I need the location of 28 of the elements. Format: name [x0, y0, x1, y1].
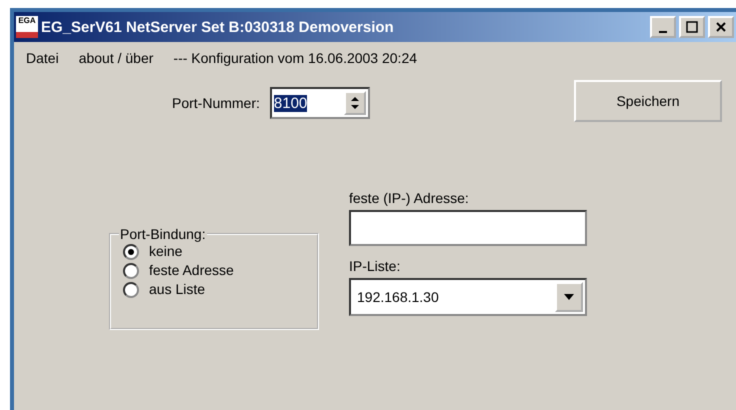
radio-label: feste Adresse — [149, 261, 234, 280]
menu-item[interactable]: Datei — [26, 50, 59, 66]
radio-button[interactable] — [123, 244, 139, 260]
radio-label: aus Liste — [149, 280, 206, 299]
close-button[interactable] — [708, 16, 734, 38]
radio-button[interactable] — [123, 262, 139, 278]
ip-list-dropdown[interactable]: 192.168.1.30 — [349, 278, 587, 316]
maximize-icon — [686, 21, 698, 33]
window-title: EG_SerV61 NetServer Set B:030318 Demoversion — [41, 18, 395, 36]
minimize-button[interactable] — [650, 16, 676, 38]
save-button[interactable]: Speichern — [574, 80, 722, 122]
maximize-button[interactable] — [679, 16, 705, 38]
port-label: Port-Nummer: — [172, 95, 260, 111]
address-field[interactable] — [349, 210, 587, 246]
app-logo: EGA — [16, 16, 38, 38]
caret-icon[interactable] — [555, 282, 583, 312]
close-icon — [715, 21, 727, 33]
menu-item[interactable]: about / über — [78, 50, 154, 66]
radio-label: keine — [149, 242, 182, 261]
port-spinner[interactable]: 8100 — [270, 87, 370, 119]
address-label: feste (IP-) Adresse: — [349, 190, 470, 206]
configuration-info: --- Konfiguration vom 16.06.2003 20:24 — [173, 50, 418, 66]
spin-arrows-icon[interactable] — [344, 91, 366, 115]
minimize-icon — [659, 31, 667, 33]
group-title: Port-Bindung: — [119, 226, 207, 242]
radio-button[interactable] — [123, 282, 139, 298]
ip-list-label: IP-Liste: — [349, 258, 402, 274]
radio-dot-icon — [128, 248, 134, 254]
